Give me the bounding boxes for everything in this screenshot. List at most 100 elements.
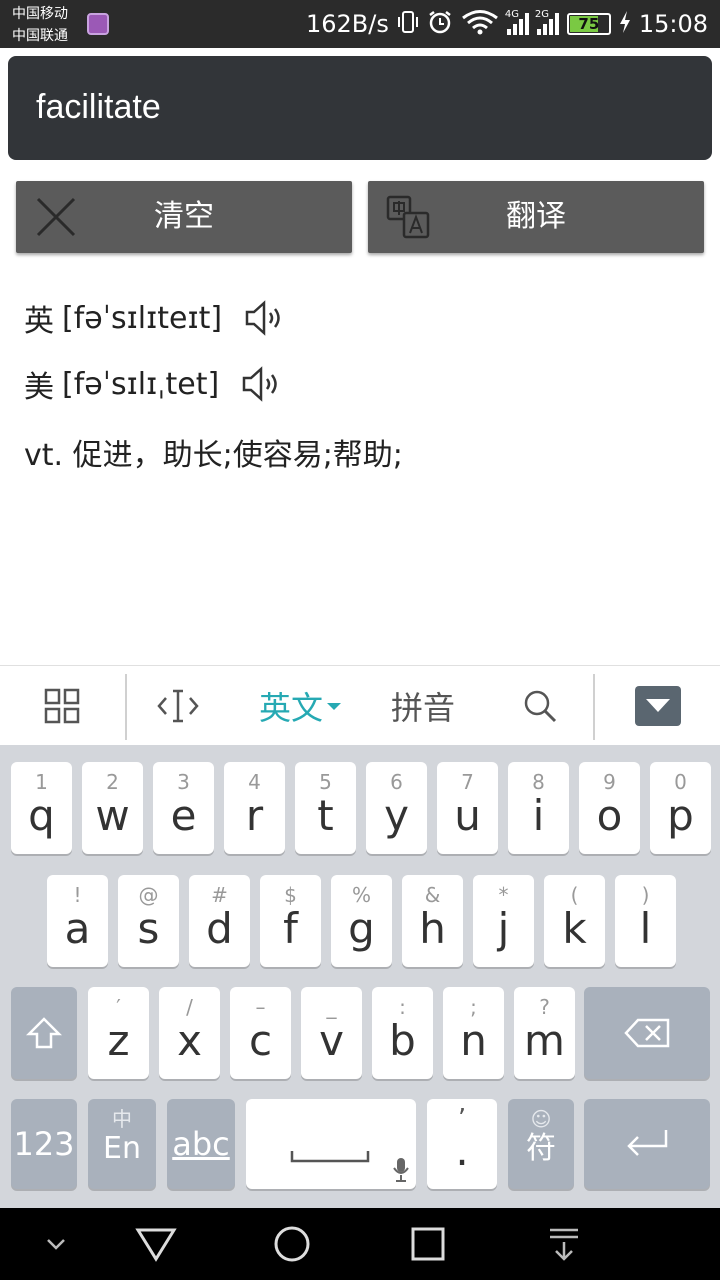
battery-level: 75 <box>578 15 600 33</box>
key-label: e <box>170 791 197 840</box>
gallery-notification-icon <box>87 13 109 35</box>
enter-icon <box>584 1099 710 1189</box>
key-label: g <box>348 904 375 953</box>
key-y[interactable]: 6y <box>366 762 427 854</box>
key-o[interactable]: 9o <box>579 762 640 854</box>
key-label: t <box>317 791 334 840</box>
navigation-bar <box>0 1208 720 1280</box>
cursor-icon[interactable] <box>138 666 218 746</box>
status-bar: 中国移动 中国联通 162B/s 4G 2G 75 15:08 <box>0 0 720 48</box>
speaker-icon[interactable] <box>244 300 284 336</box>
key-a[interactable]: ! a <box>47 875 108 967</box>
toolbar-divider <box>593 674 595 740</box>
signal-2g-icon: 2G <box>535 9 559 35</box>
key-label: j <box>497 904 510 953</box>
key-k[interactable]: (k <box>544 875 605 967</box>
translate-button[interactable]: 翻译 <box>368 181 704 253</box>
clear-button[interactable]: 清空 <box>16 181 352 253</box>
enter-key[interactable] <box>584 1099 710 1189</box>
uk-label: 英 <box>24 304 54 339</box>
abc-key-label: abc <box>172 1125 230 1163</box>
key-label: m <box>524 1016 565 1065</box>
numbers-key[interactable]: 123 <box>11 1099 77 1189</box>
key-d[interactable]: # d <box>189 875 250 967</box>
key-x[interactable]: / x <box>159 987 220 1079</box>
keyboard: 1q2w3e4r5t6y7u8i9o0p ! a @ s # d $ f% g & h * j(k) l … <box>0 745 720 1208</box>
key-q[interactable]: 1q <box>11 762 72 854</box>
language-switch-label: En <box>103 1131 141 1166</box>
key-r[interactable]: 4r <box>224 762 285 854</box>
key-n[interactable]: ; n <box>443 987 504 1079</box>
key-c[interactable]: – c <box>230 987 291 1079</box>
speaker-icon[interactable] <box>241 366 281 402</box>
lang-english-tab[interactable]: 英文 <box>250 666 350 746</box>
uk-phonetic: [fəˈsɪlɪteɪt] <box>62 300 223 336</box>
nav-recents-button[interactable] <box>402 1208 454 1280</box>
wifi-icon <box>461 9 499 40</box>
key-h[interactable]: & h <box>402 875 463 967</box>
word-input-value: facilitate <box>36 88 161 126</box>
key-b[interactable]: :b <box>372 987 433 1079</box>
key-label: z <box>107 1016 130 1065</box>
key-l[interactable]: ) l <box>615 875 676 967</box>
key-m[interactable]: ? m <box>514 987 575 1079</box>
key-label: h <box>419 904 446 953</box>
key-label: p <box>667 791 694 840</box>
translate-button-label: 翻译 <box>506 199 566 234</box>
us-label: 美 <box>24 370 54 405</box>
key-e[interactable]: 3e <box>153 762 214 854</box>
hide-keyboard-icon <box>635 686 681 726</box>
keyboard-toolbar: 英文 拼音 <box>0 665 720 745</box>
key-w[interactable]: 2w <box>82 762 143 854</box>
vibrate-icon <box>397 10 419 39</box>
space-key[interactable] <box>246 1099 416 1189</box>
backspace-key[interactable] <box>584 987 710 1079</box>
key-g[interactable]: % g <box>331 875 392 967</box>
key-label: v <box>319 1016 344 1065</box>
lang-pinyin-label: 拼音 <box>390 689 455 727</box>
nav-back-button[interactable] <box>130 1208 182 1280</box>
lang-pinyin-tab[interactable]: 拼音 <box>378 666 468 746</box>
key-s[interactable]: @ s <box>118 875 179 967</box>
language-switch-key[interactable]: 中 En <box>88 1099 156 1189</box>
grid-icon[interactable] <box>22 666 102 746</box>
key-label: y <box>384 791 409 840</box>
nav-collapse-button[interactable] <box>30 1208 82 1280</box>
battery-icon: 75 <box>566 13 611 35</box>
abc-key[interactable]: abc <box>167 1099 235 1189</box>
key-p[interactable]: 0p <box>650 762 711 854</box>
chevron-down-icon <box>47 1239 65 1250</box>
uk-pronunciation: 英 [fəˈsɪlɪteɪt] <box>24 296 284 340</box>
pull-down-icon <box>550 1228 578 1261</box>
period-key[interactable]: ’ . <box>427 1099 497 1189</box>
search-icon[interactable] <box>500 666 580 746</box>
us-pronunciation: 美 [fəˈsɪlɪˌtet] <box>24 362 281 406</box>
key-label: o <box>596 791 623 840</box>
nav-notifications-button[interactable] <box>538 1208 590 1280</box>
shift-key[interactable] <box>11 987 77 1079</box>
nav-home-button[interactable] <box>266 1208 318 1280</box>
hide-keyboard-button[interactable] <box>620 666 696 746</box>
key-label: s <box>137 904 160 953</box>
clear-button-label: 清空 <box>154 199 214 234</box>
key-z[interactable]: ′ z <box>88 987 149 1079</box>
carrier-2: 中国联通 <box>12 28 68 44</box>
us-phonetic: [fəˈsɪlɪˌtet] <box>62 366 220 402</box>
key-j[interactable]: * j <box>473 875 534 967</box>
word-input[interactable]: facilitate <box>8 56 712 160</box>
key-label: x <box>177 1016 202 1065</box>
key-label: n <box>460 1016 487 1065</box>
home-circle-icon <box>274 1226 310 1262</box>
key-t[interactable]: 5t <box>295 762 356 854</box>
symbols-key[interactable]: ☺ 符 <box>508 1099 574 1189</box>
key-i[interactable]: 8i <box>508 762 569 854</box>
microphone-icon <box>393 1158 409 1182</box>
key-label: d <box>206 904 233 953</box>
key-v[interactable]: _ v <box>301 987 362 1079</box>
clock: 15:08 <box>638 10 708 38</box>
key-u[interactable]: 7u <box>437 762 498 854</box>
key-f[interactable]: $ f <box>260 875 321 967</box>
key-label: l <box>639 904 652 953</box>
key-label: b <box>389 1016 416 1065</box>
space-icon <box>290 1151 370 1163</box>
